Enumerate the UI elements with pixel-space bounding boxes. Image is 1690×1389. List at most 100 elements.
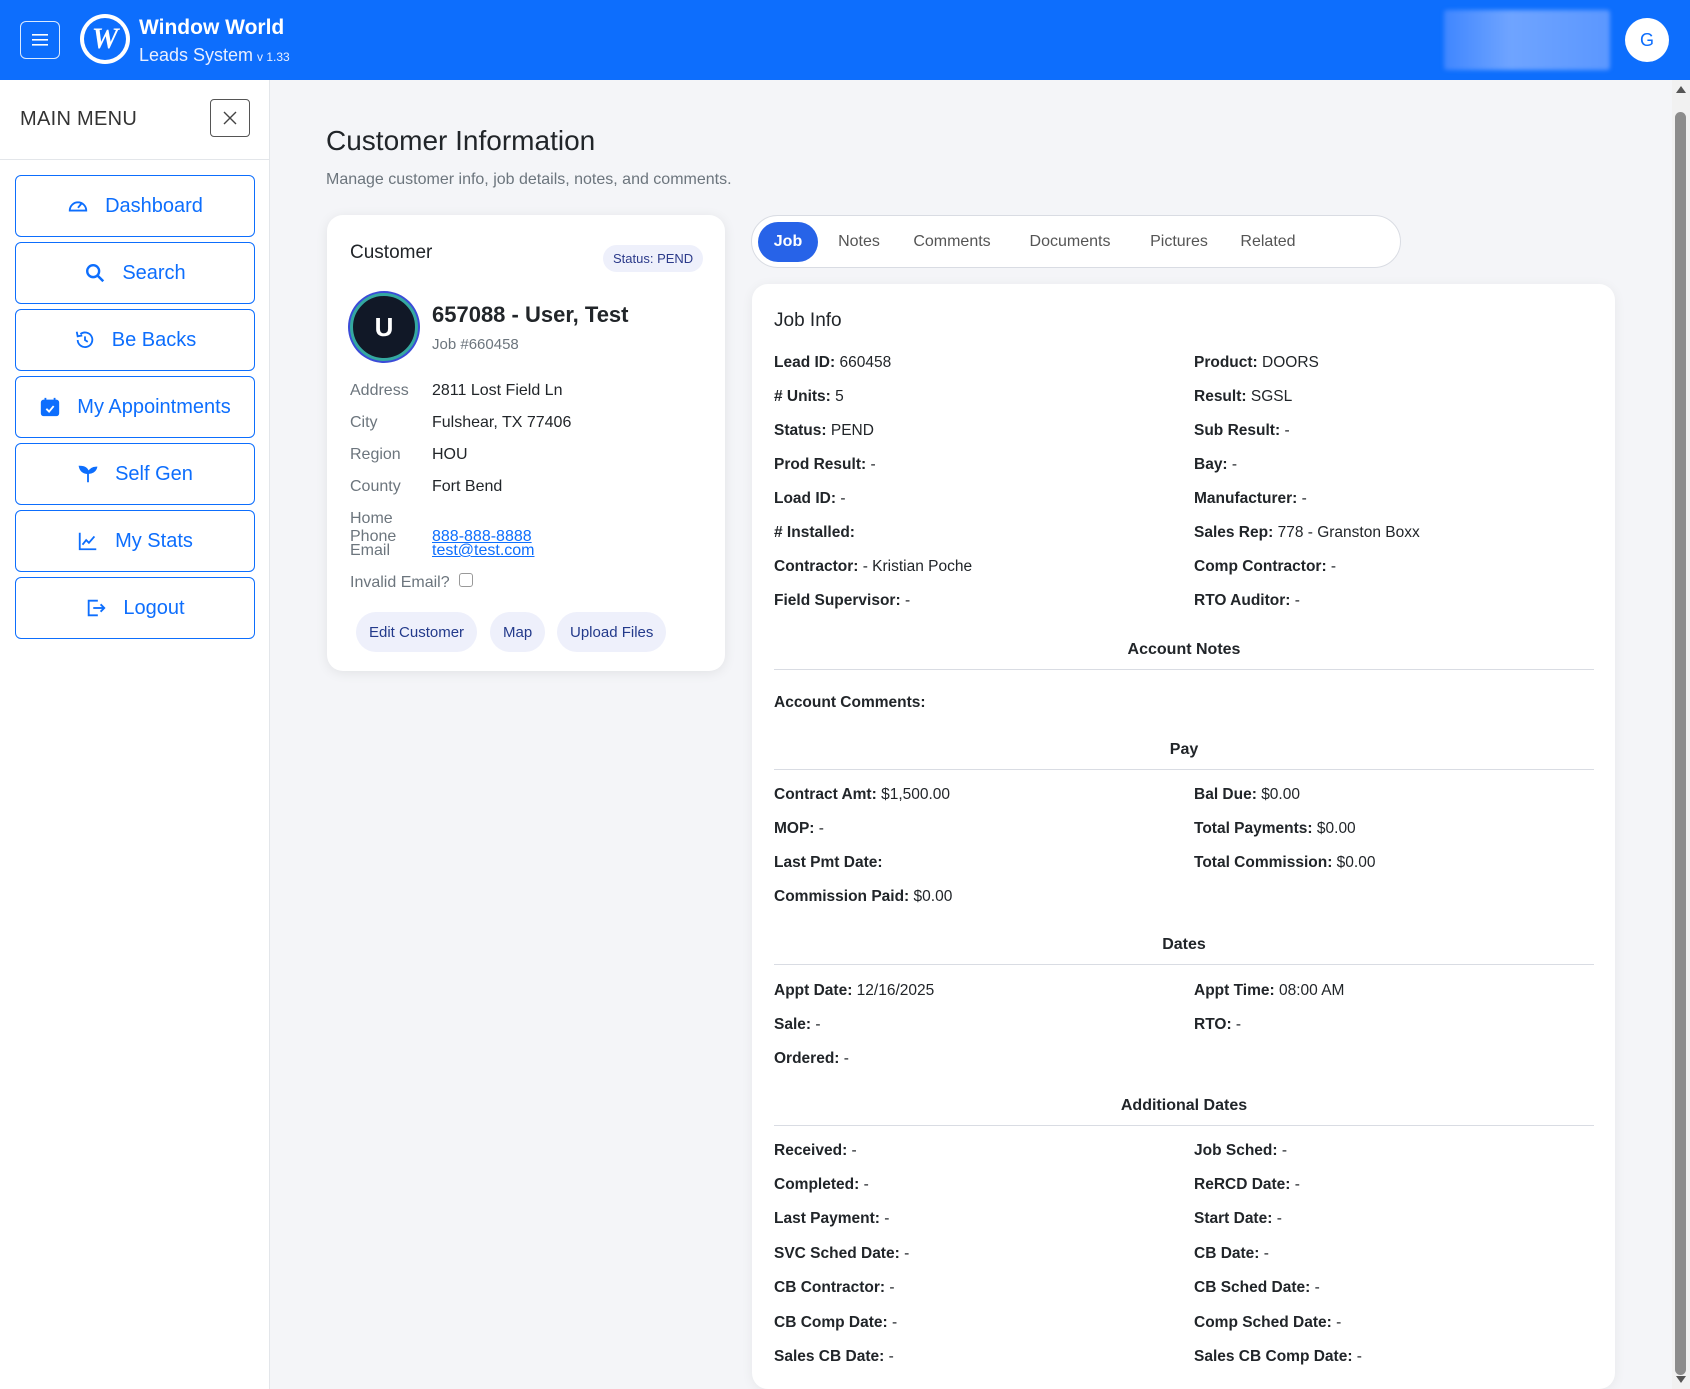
field-installed: # Installed: [774, 524, 855, 541]
field-cb-contractor: CB Contractor: - [774, 1279, 895, 1296]
home-phone-row: Home Phone 888-888-8888 [350, 510, 532, 545]
field-cb-date: CB Date: - [1194, 1245, 1269, 1262]
window-world-logo[interactable]: W [80, 14, 130, 64]
job-info-card: Job Info Lead ID: 660458 # Units: 5 Stat… [752, 284, 1615, 1389]
upload-files-button[interactable]: Upload Files [557, 612, 667, 652]
scrollbar-thumb[interactable] [1675, 112, 1686, 1375]
field-contractor: Contractor: - Kristian Poche [774, 558, 973, 575]
field-field-supervisor: Field Supervisor: - [774, 592, 911, 609]
page-scrollbar[interactable] [1672, 80, 1690, 1389]
map-button[interactable]: Map [490, 612, 546, 652]
field-comp-sched-date: Comp Sched Date: - [1194, 1314, 1342, 1331]
redacted-user-info [1444, 10, 1610, 70]
tab-notes[interactable]: Notes [824, 222, 894, 262]
field-mop: MOP: - [774, 820, 824, 837]
hamburger-menu-button[interactable] [20, 21, 60, 59]
field-units: # Units: 5 [774, 388, 844, 405]
field-start-date: Start Date: - [1194, 1210, 1282, 1227]
field-manufacturer: Manufacturer: - [1194, 490, 1307, 507]
field-job-sched: Job Sched: - [1194, 1142, 1288, 1159]
sidebar: MAIN MENU Dashboard Search Be Backs My A… [0, 80, 270, 1389]
scroll-up-arrow[interactable] [1676, 86, 1686, 93]
field-bay: Bay: - [1194, 456, 1238, 473]
tab-comments[interactable]: Comments [902, 222, 1002, 262]
invalid-email-checkbox[interactable] [459, 573, 473, 587]
address-row: Address 2811 Lost Field Ln [350, 382, 563, 399]
sidebar-title: MAIN MENU [20, 108, 138, 130]
field-rto-auditor: RTO Auditor: - [1194, 592, 1300, 609]
field-sale: Sale: - [774, 1016, 821, 1033]
customer-name: 657088 - User, Test [432, 302, 629, 327]
field-cb-comp-date: CB Comp Date: - [774, 1314, 898, 1331]
search-icon [86, 264, 105, 283]
field-last-pmt-date: Last Pmt Date: [774, 854, 883, 871]
sprout-icon [78, 465, 98, 483]
region-row: Region HOU [350, 446, 468, 463]
field-comp-contractor: Comp Contractor: - [1194, 558, 1337, 575]
sidebar-header: MAIN MENU [0, 80, 269, 160]
field-lead-id: Lead ID: 660458 [774, 354, 892, 371]
invalid-email-row: Invalid Email? [350, 574, 450, 591]
graph-up-icon [78, 532, 97, 551]
logout-icon [88, 599, 106, 617]
user-avatar-button[interactable]: G [1625, 18, 1669, 62]
field-received: Received: - [774, 1142, 857, 1159]
field-svc-sched-date: SVC Sched Date: - [774, 1245, 910, 1262]
city-row: City Fulshear, TX 77406 [350, 414, 572, 431]
field-rercd-date: ReRCD Date: - [1194, 1176, 1300, 1193]
sidebar-item-dashboard[interactable]: Dashboard [15, 175, 255, 237]
sidebar-item-self-gen[interactable]: Self Gen [15, 443, 255, 505]
sidebar-item-logout[interactable]: Logout [15, 577, 255, 639]
field-sales-rep: Sales Rep: 778 - Granston Boxx [1194, 524, 1420, 541]
hamburger-icon [32, 34, 48, 46]
field-last-payment: Last Payment: - [774, 1210, 890, 1227]
field-prod-result: Prod Result: - [774, 456, 876, 473]
field-sub-result: Sub Result: - [1194, 422, 1290, 439]
version-label: v 1.33 [257, 50, 290, 64]
pay-heading: Pay [1169, 741, 1199, 758]
top-navbar: W Window World Leads System v 1.33 G [0, 0, 1690, 80]
email-row: Email test@test.com [350, 542, 535, 559]
field-rto: RTO: - [1194, 1016, 1242, 1033]
tab-pictures[interactable]: Pictures [1138, 222, 1220, 262]
section-divider [774, 769, 1594, 770]
customer-card: Customer Status: PEND U 657088 - User, T… [327, 215, 725, 671]
edit-customer-button[interactable]: Edit Customer [356, 612, 478, 652]
sidebar-item-search[interactable]: Search [15, 242, 255, 304]
customer-job-number: Job #660458 [432, 336, 519, 353]
field-appt-time: Appt Time: 08:00 AM [1194, 982, 1345, 999]
field-cb-sched-date: CB Sched Date: - [1194, 1279, 1320, 1296]
field-sales-cb-date: Sales CB Date: - [774, 1348, 894, 1365]
section-divider [774, 964, 1594, 965]
dates-heading: Dates [1162, 936, 1206, 953]
field-sales-cb-comp-date: Sales CB Comp Date: - [1194, 1348, 1362, 1365]
detail-tabs: Job Notes Comments Documents Pictures Re… [751, 215, 1401, 268]
sidebar-item-be-backs[interactable]: Be Backs [15, 309, 255, 371]
page-subtitle: Manage customer info, job details, notes… [326, 171, 732, 188]
sidebar-close-button[interactable] [210, 99, 250, 137]
county-row: County Fort Bend [350, 478, 503, 495]
account-notes-heading: Account Notes [1127, 641, 1241, 658]
field-contract-amt: Contract Amt: $1,500.00 [774, 786, 951, 803]
calendar-check-icon [41, 397, 60, 417]
tab-job[interactable]: Job [758, 222, 818, 262]
field-status: Status: PEND [774, 422, 874, 439]
brand-title: Window World [139, 16, 285, 39]
sidebar-item-my-stats[interactable]: My Stats [15, 510, 255, 572]
page-title: Customer Information [326, 125, 596, 156]
field-total-payments: Total Payments: $0.00 [1194, 820, 1356, 837]
tab-related[interactable]: Related [1230, 222, 1306, 262]
brand-subtitle: Leads System [139, 45, 254, 65]
tab-documents[interactable]: Documents [1014, 222, 1126, 262]
scroll-down-arrow[interactable] [1676, 1376, 1686, 1383]
section-divider [774, 669, 1594, 670]
field-load-id: Load ID: - [774, 490, 846, 507]
field-product: Product: DOORS [1194, 354, 1319, 371]
field-commission-paid: Commission Paid: $0.00 [774, 888, 953, 905]
sidebar-item-my-appointments[interactable]: My Appointments [15, 376, 255, 438]
section-divider [774, 1125, 1594, 1126]
field-account-comments: Account Comments: [774, 694, 926, 711]
email-link[interactable]: test@test.com [432, 542, 535, 559]
speedometer-icon [68, 201, 88, 212]
field-result: Result: SGSL [1194, 388, 1293, 405]
